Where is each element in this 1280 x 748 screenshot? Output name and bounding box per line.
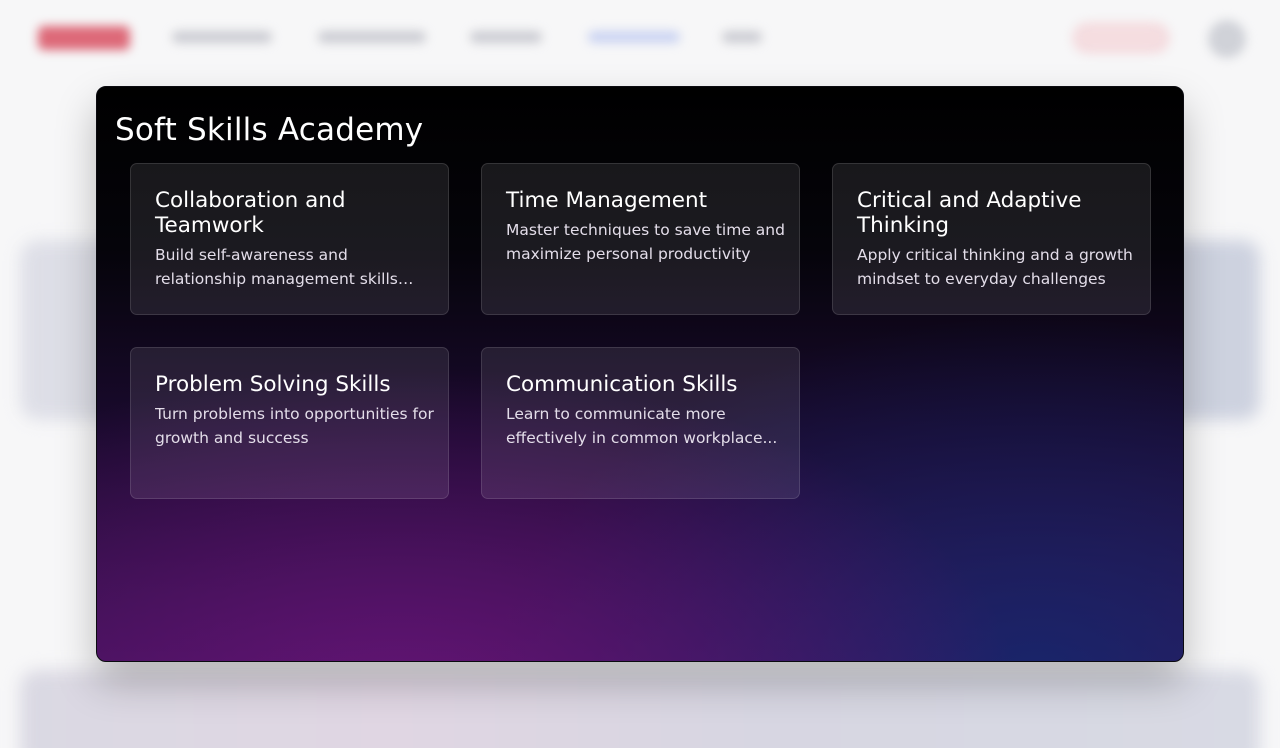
course-card-description: Build self-awareness and relationship ma… [155,246,398,288]
course-card-title: Critical and Adaptive Thinking [857,188,1082,238]
course-card-title: Problem Solving Skills [155,372,391,397]
background-avatar [1208,20,1246,58]
background-nav-link [470,31,542,43]
soft-skills-modal: Soft Skills Academy Collaboration and Te… [96,86,1184,662]
course-card-problem-solving[interactable]: Problem Solving Skills Turn problems int… [130,347,449,499]
course-card-description: Learn to communicate more effectively in… [506,405,778,447]
background-nav-link [722,31,762,43]
course-card-time-management[interactable]: Time Management Master techniques to sav… [481,163,800,315]
course-card-communication[interactable]: Communication Skills Learn to communicat… [481,347,800,499]
background-logo [38,26,130,50]
background-cta-button [1072,22,1170,54]
background-bottom-section [20,670,1260,748]
course-card-collaboration[interactable]: Collaboration and Teamwork Build self-aw… [130,163,449,315]
course-card-critical-thinking[interactable]: Critical and Adaptive Thinking Apply cri… [832,163,1151,315]
course-card-description: Turn problems into opportunities for gro… [155,405,434,447]
course-card-title: Communication Skills [506,372,738,397]
background-navbar [0,0,1280,78]
background-nav-link [588,31,680,43]
modal-title: Soft Skills Academy [115,112,424,148]
background-nav-link [318,31,426,43]
course-card-description: Apply critical thinking and a growth min… [857,246,1133,288]
background-nav-link [172,31,272,43]
course-card-title: Time Management [506,188,708,213]
course-card-description: Master techniques to save time and maxim… [506,221,785,263]
course-card-title: Collaboration and Teamwork [155,188,346,238]
